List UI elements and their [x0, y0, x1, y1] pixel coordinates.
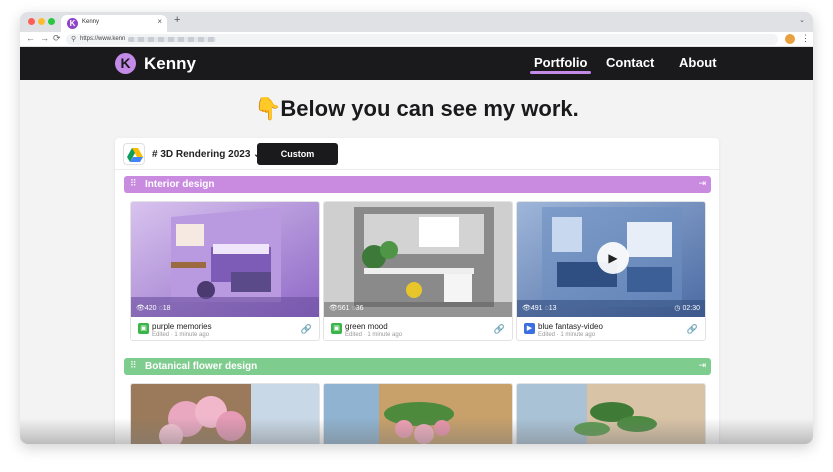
- render-thumbnail: [324, 202, 512, 317]
- extension-icon[interactable]: [785, 34, 795, 44]
- copy-link-icon[interactable]: 🔗: [301, 324, 312, 335]
- blurred-url-part: [128, 37, 216, 42]
- tab-list-chevron-icon[interactable]: ⌄: [799, 16, 805, 24]
- site-info-icon[interactable]: ⚲: [71, 35, 76, 43]
- copy-link-icon[interactable]: 🔗: [494, 324, 505, 335]
- section-header-interior[interactable]: ⠿ Interior design ⇥: [124, 176, 711, 193]
- file-stats: 👁561 ◌36: [329, 305, 364, 312]
- tab-title: Kenny: [82, 19, 100, 25]
- browser-tab[interactable]: K Kenny ×: [61, 15, 167, 32]
- maximize-window-dot[interactable]: [48, 18, 55, 25]
- render-thumbnail: [131, 202, 319, 317]
- folder-selector[interactable]: # 3D Rendering 2023 ⌄: [152, 149, 262, 160]
- file-name: green mood: [345, 322, 388, 331]
- browser-tab-bar: K Kenny × + ⌄: [20, 12, 813, 32]
- browser-menu-icon[interactable]: ⋮: [801, 33, 810, 44]
- file-stats: 👁420 ◌18: [136, 305, 171, 312]
- page-title-text: Below you can see my work.: [280, 96, 579, 121]
- pointing-down-icon: 👇: [254, 96, 282, 121]
- open-section-icon[interactable]: ⇥: [698, 178, 706, 189]
- site-navbar: K Kenny Portfolio Contact About: [20, 47, 813, 80]
- nav-link-contact[interactable]: Contact: [606, 55, 654, 70]
- new-tab-icon[interactable]: +: [174, 14, 180, 26]
- page-title: 👇 Below you can see my work.: [20, 96, 813, 122]
- section-title: Botanical flower design: [145, 361, 258, 372]
- file-edited: Edited · 1 minute ago: [152, 332, 210, 338]
- eye-icon: 👁: [522, 305, 531, 312]
- copy-link-icon[interactable]: 🔗: [687, 324, 698, 335]
- drag-handle-icon[interactable]: ⠿: [130, 360, 137, 371]
- forward-icon[interactable]: →: [40, 33, 49, 43]
- nav-link-about[interactable]: About: [679, 55, 717, 70]
- custom-button[interactable]: Custom: [257, 143, 338, 165]
- file-edited: Edited · 1 minute ago: [538, 332, 596, 338]
- logo-icon[interactable]: K: [115, 53, 136, 74]
- image-file-icon: ▣: [331, 323, 342, 334]
- address-bar-row: ← → ⟳ ⚲ https://www.kenn ⋮: [20, 32, 813, 47]
- video-file-icon: ▶: [524, 323, 535, 334]
- section-header-botanical[interactable]: ⠿ Botanical flower design ⇥: [124, 358, 711, 375]
- close-window-dot[interactable]: [28, 18, 35, 25]
- window-bottom-shadow: [20, 418, 813, 444]
- eye-icon: 👁: [136, 305, 145, 312]
- brand-name[interactable]: Kenny: [144, 54, 196, 74]
- tab-close-icon[interactable]: ×: [157, 17, 162, 26]
- file-stats: 👁491 ◌13: [522, 305, 557, 312]
- portfolio-board: # 3D Rendering 2023 ⌄ Custom ⠿ Interior …: [115, 138, 719, 444]
- video-duration: ◷ 02:30: [674, 305, 700, 312]
- eye-icon: 👁: [329, 305, 338, 312]
- folder-name: # 3D Rendering 2023: [152, 149, 251, 160]
- nav-link-portfolio[interactable]: Portfolio: [529, 55, 592, 74]
- open-section-icon[interactable]: ⇥: [698, 360, 706, 371]
- file-edited: Edited · 1 minute ago: [345, 332, 403, 338]
- file-card[interactable]: 👁420 ◌18 ▣ purple memories Edited · 1 mi…: [130, 201, 320, 341]
- url-text: https://www.kenn: [80, 36, 126, 42]
- google-drive-icon[interactable]: [123, 143, 145, 165]
- file-name: purple memories: [152, 322, 212, 331]
- tab-favicon-icon: K: [67, 18, 78, 29]
- reload-icon[interactable]: ⟳: [53, 33, 61, 44]
- clock-icon: ◷: [674, 305, 681, 312]
- drag-handle-icon[interactable]: ⠿: [130, 178, 137, 189]
- back-icon[interactable]: ←: [26, 33, 35, 43]
- board-toolbar: # 3D Rendering 2023 ⌄ Custom: [115, 138, 719, 170]
- file-card[interactable]: 👁561 ◌36 ▣ green mood Edited · 1 minute …: [323, 201, 513, 341]
- url-input[interactable]: ⚲ https://www.kenn: [66, 34, 778, 45]
- image-file-icon: ▣: [138, 323, 149, 334]
- browser-window: K Kenny × + ⌄ ← → ⟳ ⚲ https://www.kenn ⋮…: [20, 12, 813, 444]
- minimize-window-dot[interactable]: [38, 18, 45, 25]
- play-video-button[interactable]: ▶: [597, 242, 629, 274]
- file-name: blue fantasy-video: [538, 322, 603, 331]
- file-card[interactable]: ▶ 👁491 ◌13 ◷ 02:30 ▶ blue fantasy-video …: [516, 201, 706, 341]
- section-title: Interior design: [145, 179, 215, 190]
